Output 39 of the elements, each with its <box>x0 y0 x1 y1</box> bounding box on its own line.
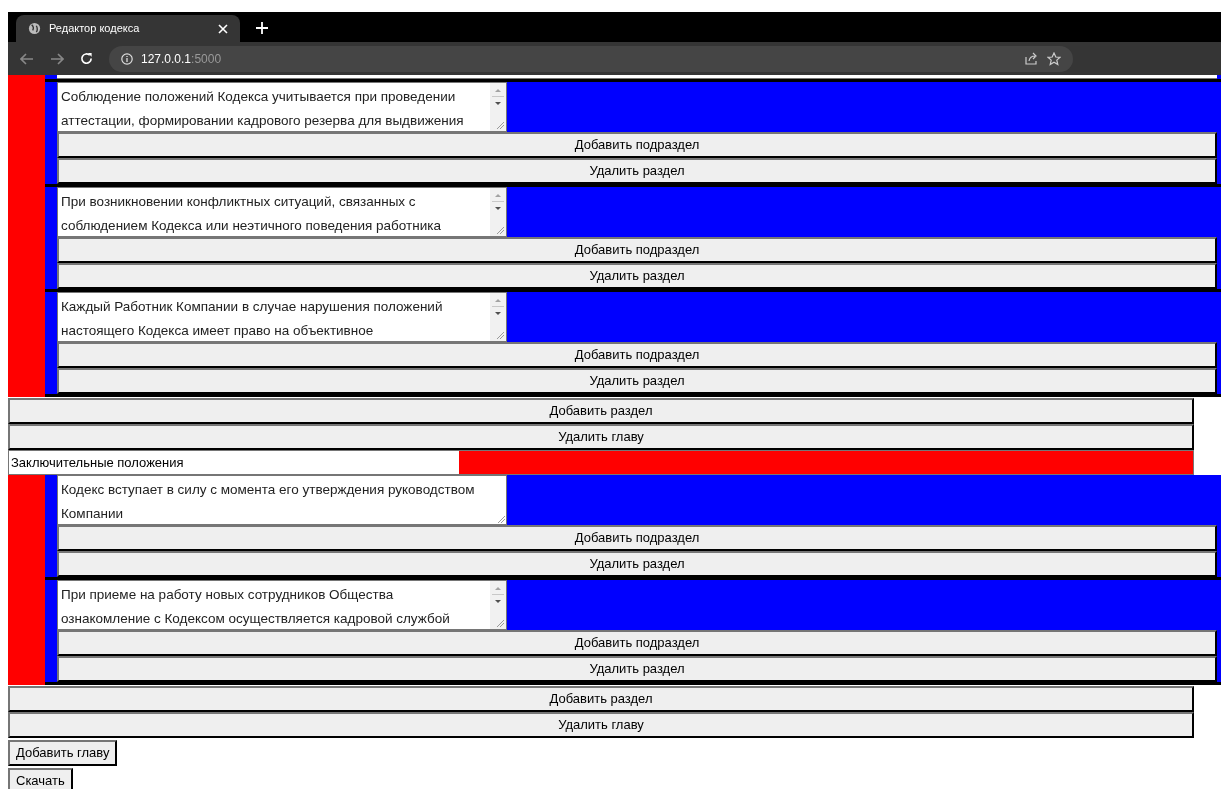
delete-chapter-button[interactable]: Удалить главу <box>8 712 1194 738</box>
close-icon[interactable] <box>218 23 228 34</box>
add-subsection-button[interactable]: Добавить подраздел <box>57 525 1217 551</box>
text-area[interactable]: Каждый Работник Компании в случае нарушения положений настоящего Кодекса имеет право на объективное <box>57 292 507 342</box>
add-subsection-button[interactable]: Добавить подраздел <box>57 237 1217 263</box>
info-icon <box>121 52 133 65</box>
delete-section-button[interactable]: Удалить раздел <box>57 551 1217 577</box>
scrollbar-drawing <box>490 293 506 341</box>
add-subsection-button[interactable]: Добавить подраздел <box>57 630 1217 656</box>
add-section-button[interactable]: Добавить раздел <box>8 398 1194 424</box>
url-field[interactable]: 127.0.0.1:5000 <box>109 45 1073 72</box>
text-area[interactable]: Кодекс вступает в силу с момента его утверждения руководством Компании <box>57 475 507 525</box>
text-area[interactable]: Соблюдение положений Кодекса учитывается при проведении аттестации, формировании кадрового резерва для выдвижения <box>57 82 507 132</box>
star-icon[interactable] <box>1047 51 1061 66</box>
tab-title: Редактор кодекса <box>49 21 141 37</box>
add-subsection-button[interactable]: Добавить подраздел <box>57 342 1217 368</box>
scrollbar-drawing <box>490 83 506 131</box>
delete-section-button[interactable]: Удалить раздел <box>57 263 1217 289</box>
add-subsection-button[interactable]: Добавить подраздел <box>57 132 1217 158</box>
text-area[interactable]: При приеме на работу новых сотрудников Общества ознакомление с Кодексом осуществляется кадровой службой <box>57 580 507 630</box>
add-chapter-button[interactable]: Добавить главу <box>8 740 118 766</box>
browser-tab[interactable]: Редактор кодекса <box>16 15 240 42</box>
forward-arrow-icon[interactable] <box>50 52 64 65</box>
scrollbar-drawing <box>490 581 506 629</box>
text-area[interactable]: При возникновении конфликтных ситуаций, связанных с соблюдением Кодекса или неэтичного поведения работника <box>57 187 507 237</box>
delete-section-button[interactable]: Удалить раздел <box>57 158 1217 184</box>
share-icon[interactable] <box>1025 52 1039 65</box>
add-section-button[interactable]: Добавить раздел <box>8 686 1194 712</box>
back-arrow-icon[interactable] <box>20 52 34 65</box>
globe-icon <box>28 22 41 35</box>
scrollbar-drawing <box>490 188 506 236</box>
url-text: 127.0.0.1:5000 <box>141 50 223 68</box>
reload-icon[interactable] <box>80 52 93 65</box>
resize-grip-icon <box>497 515 505 523</box>
download-button[interactable]: Скачать <box>8 768 73 789</box>
delete-section-button[interactable]: Удалить раздел <box>57 368 1217 394</box>
new-tab-icon[interactable] <box>256 22 268 34</box>
delete-section-button[interactable]: Удалить раздел <box>57 656 1217 682</box>
delete-chapter-button[interactable]: Удалить главу <box>8 424 1194 450</box>
